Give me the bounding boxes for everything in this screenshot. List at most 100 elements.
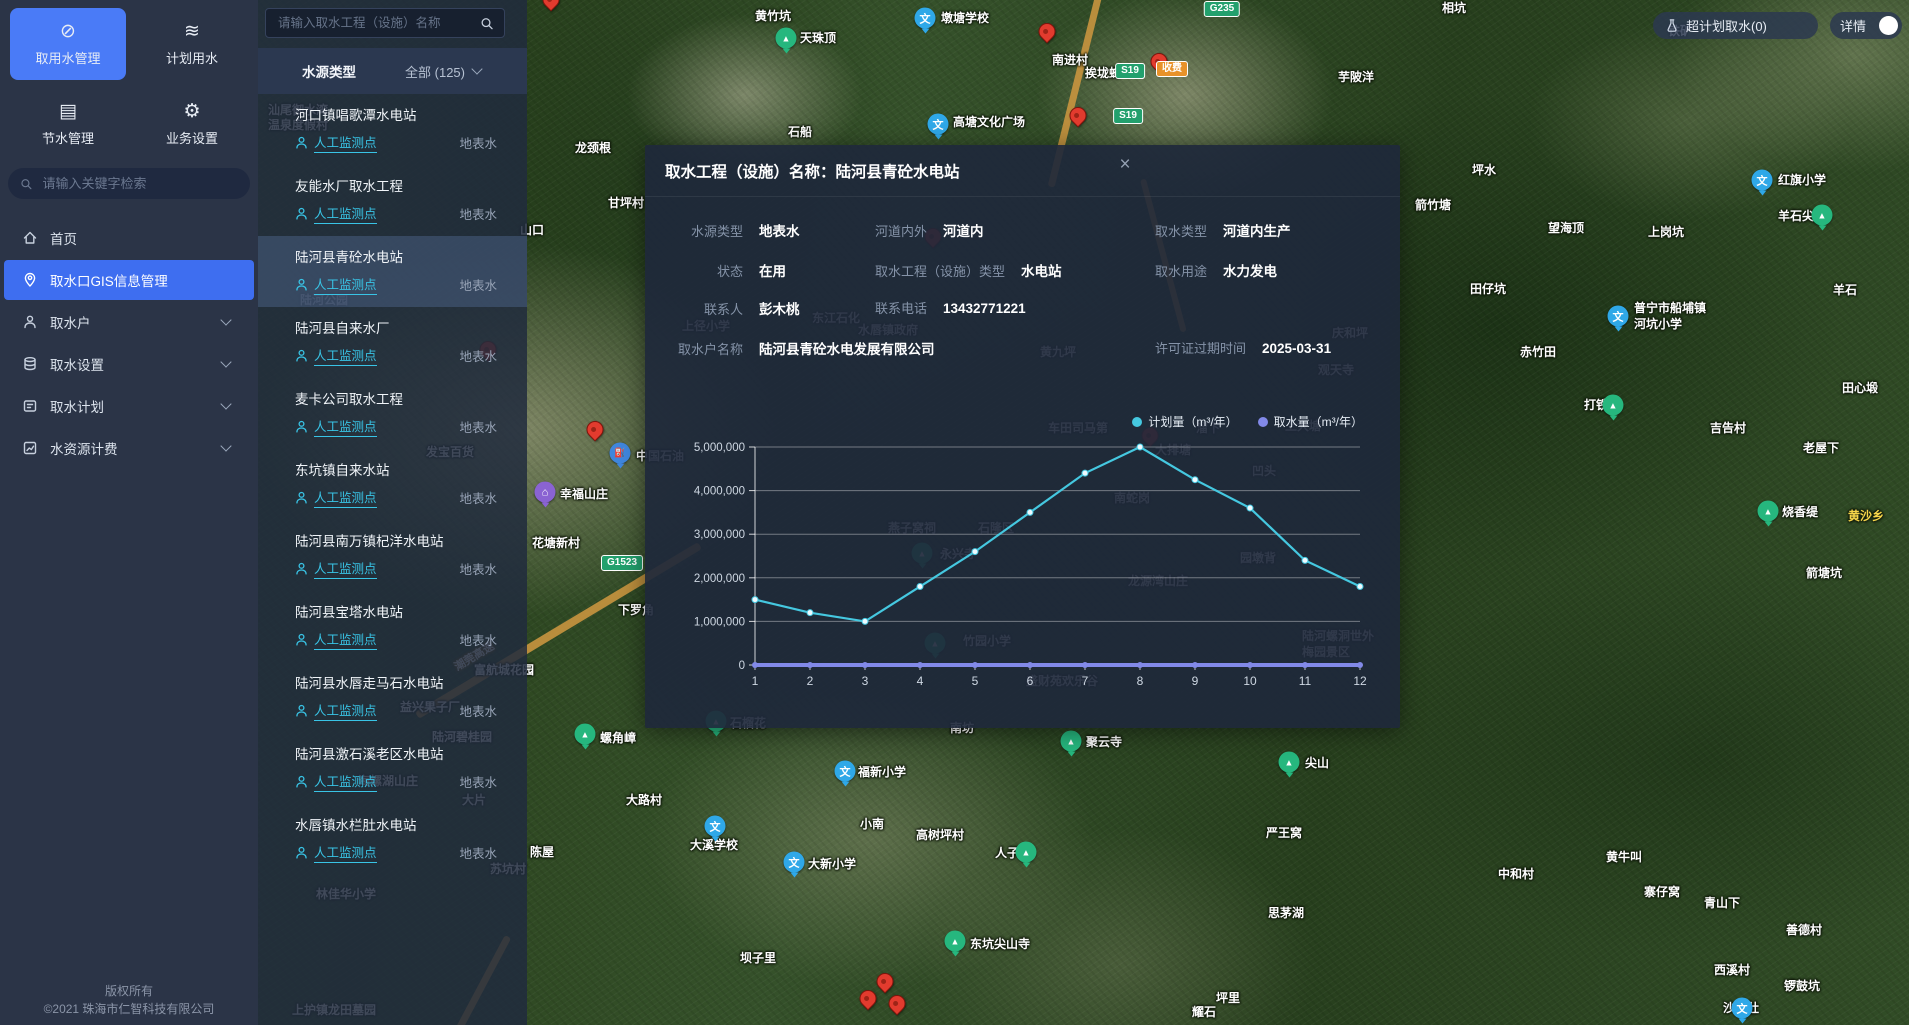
water-source-type: 地表水 <box>459 559 497 578</box>
monitor-type-link[interactable]: 人工监测点 <box>314 771 377 792</box>
monitor-type-link[interactable]: 人工监测点 <box>314 203 377 224</box>
field-取水用途: 取水用途水力发电 <box>1155 260 1277 280</box>
sidebar-item-home[interactable]: 首页 <box>4 218 254 258</box>
resort-marker-icon[interactable]: ⌂ <box>535 482 556 503</box>
station-search-input[interactable] <box>276 15 480 31</box>
chevron-down-icon <box>220 356 231 367</box>
legend-item[interactable]: 取水量（m³/年） <box>1258 413 1363 430</box>
module-document[interactable]: ▤节水管理 <box>10 88 126 160</box>
station-list-panel: 水源类型 全部 (125) 河口镇唱歌潭水电站人工监测点地表水友能水厂取水工程人… <box>258 0 527 1025</box>
sidebar-item-billing[interactable]: 水资源计费 <box>4 428 254 468</box>
mount-marker-icon[interactable]: ▲ <box>575 724 596 745</box>
home-icon <box>22 230 38 246</box>
list-item[interactable]: 陆河县青砼水电站人工监测点地表水 <box>258 236 527 307</box>
monitor-type-link[interactable]: 人工监测点 <box>314 487 377 508</box>
monitor-type-link[interactable]: 人工监测点 <box>314 629 377 650</box>
legend-item[interactable]: 计划量（m³/年） <box>1132 413 1237 430</box>
school-glyph: 文 <box>1608 306 1629 327</box>
mount-marker-icon[interactable]: ▲ <box>1812 205 1833 226</box>
station-name: 东坑镇自来水站 <box>295 459 497 479</box>
monitor-type-link[interactable]: 人工监测点 <box>314 345 377 366</box>
red-pin-icon[interactable] <box>583 417 607 441</box>
svg-text:11: 11 <box>1299 674 1312 688</box>
red-pin-icon[interactable] <box>885 991 909 1015</box>
sidebar-item-user[interactable]: 取水户 <box>4 302 254 342</box>
sidebar-item-plan[interactable]: 取水计划 <box>4 386 254 426</box>
over-plan-withdrawal-button[interactable]: 超计划取水(0) <box>1653 12 1818 39</box>
school-marker-icon[interactable]: 文 <box>705 816 726 837</box>
sidebar-item-label: 取水口GIS信息管理 <box>50 270 168 290</box>
red-pin-icon[interactable] <box>873 969 897 993</box>
list-item[interactable]: 友能水厂取水工程人工监测点地表水 <box>258 165 527 236</box>
toggle-knob[interactable] <box>1879 16 1898 35</box>
monitor-type-link[interactable]: 人工监测点 <box>314 274 377 295</box>
module-gear[interactable]: ⚙业务设置 <box>134 88 250 160</box>
gas-marker-icon[interactable]: ⛽ <box>610 443 631 464</box>
list-item[interactable]: 河口镇唱歌潭水电站人工监测点地表水 <box>258 94 527 165</box>
app-root: 潮莞高速 黄竹坑天珠顶墩塘学校相坑南进村挨垅蜂芋陂洋铁矿石船龙颈根甘坪村山口高塘… <box>0 0 1909 1025</box>
map-label: 芋陂洋 <box>1338 70 1374 84</box>
school-marker-icon[interactable]: 文 <box>835 761 856 782</box>
filter-dropdown[interactable]: 全部 (125) <box>405 62 505 81</box>
monitor-type-link[interactable]: 人工监测点 <box>314 558 377 579</box>
red-pin-icon[interactable] <box>539 0 563 12</box>
monitor-type-link[interactable]: 人工监测点 <box>314 842 377 863</box>
sidebar-item-database[interactable]: 取水设置 <box>4 344 254 384</box>
school-marker-icon[interactable]: 文 <box>915 8 936 29</box>
search-icon[interactable] <box>480 16 494 31</box>
school-marker-icon[interactable]: 文 <box>1608 306 1629 327</box>
school-marker-icon[interactable]: 文 <box>1732 998 1753 1019</box>
mount-marker-icon[interactable]: ▲ <box>1061 731 1082 752</box>
map-label: 东坑尖山寺 <box>970 937 1030 951</box>
module-waves[interactable]: ≋计划用水 <box>134 8 250 80</box>
list-item[interactable]: 陆河县南万镇杞洋水电站人工监测点 地表水 <box>258 520 527 591</box>
map-label: 西溪村 <box>1714 963 1750 977</box>
mount-marker-icon[interactable]: ▲ <box>1603 395 1624 416</box>
map-label: 青山下 <box>1704 896 1740 910</box>
map-label: 河坑小学 <box>1634 317 1682 331</box>
field-label: 取水工程（设施）类型 <box>875 261 1005 280</box>
school-marker-icon[interactable]: 文 <box>928 114 949 135</box>
person-icon <box>295 633 308 646</box>
map-label: 耀石 <box>1192 1005 1216 1019</box>
list-item[interactable]: 陆河县激石溪老区水电站人工监测点地表水 <box>258 733 527 804</box>
mount-glyph: ▲ <box>1016 842 1037 863</box>
field-取水类型: 取水类型河道内生产 <box>1155 220 1291 240</box>
document-icon: ▤ <box>59 102 77 122</box>
monitor-type-link[interactable]: 人工监测点 <box>314 132 377 153</box>
mount-marker-icon[interactable]: ▲ <box>1016 842 1037 863</box>
detail-toggle[interactable]: 详情 <box>1830 12 1902 39</box>
list-item[interactable]: 陆河县宝塔水电站人工监测点地表水 <box>258 591 527 662</box>
mount-marker-icon[interactable]: ▲ <box>1279 752 1300 773</box>
module-water-meter[interactable]: ⊘取用水管理 <box>10 8 126 80</box>
plan-icon <box>22 398 38 414</box>
field-联系电话: 联系电话13432771221 <box>875 298 1026 317</box>
sidebar-item-pin[interactable]: 取水口GIS信息管理 <box>4 260 254 300</box>
list-item[interactable]: 麦卡公司取水工程人工监测点地表水 <box>258 378 527 449</box>
school-marker-icon[interactable]: 文 <box>784 852 805 873</box>
map-label: 幸福山庄 <box>560 487 608 501</box>
road-badge-G235: G235 <box>1204 1 1240 17</box>
keyword-search-input[interactable] <box>40 175 238 192</box>
station-name: 陆河县南万镇杞洋水电站 <box>295 530 497 550</box>
field-value: 在用 <box>759 260 786 280</box>
svg-text:6: 6 <box>1027 674 1034 688</box>
mount-marker-icon[interactable]: ▲ <box>945 931 966 952</box>
school-marker-icon[interactable]: 文 <box>1752 170 1773 191</box>
mount-marker-icon[interactable]: ▲ <box>1758 501 1779 522</box>
close-icon[interactable]: × <box>1113 153 1137 177</box>
list-item[interactable]: 陆河县自来水厂人工监测点地表水 <box>258 307 527 378</box>
red-pin-icon[interactable] <box>1035 19 1059 43</box>
list-item[interactable]: 陆河县水唇走马石水电站人工监测点地表水 <box>258 662 527 733</box>
monitor-type-link[interactable]: 人工监测点 <box>314 700 377 721</box>
monitor-type-link[interactable]: 人工监测点 <box>314 416 377 437</box>
map-label: 普宁市船埔镇 <box>1634 301 1706 315</box>
field-value: 水力发电 <box>1223 260 1277 280</box>
field-label: 状态 <box>663 261 743 280</box>
water-source-type: 地表水 <box>459 346 497 365</box>
list-item[interactable]: 东坑镇自来水站人工监测点地表水 <box>258 449 527 520</box>
red-pin-icon[interactable] <box>856 986 880 1010</box>
mount-marker-icon[interactable]: ▲ <box>776 28 797 49</box>
list-item[interactable]: 水唇镇水栏肚水电站人工监测点地表水 <box>258 804 527 875</box>
map-label: 红旗小学 <box>1778 173 1826 187</box>
